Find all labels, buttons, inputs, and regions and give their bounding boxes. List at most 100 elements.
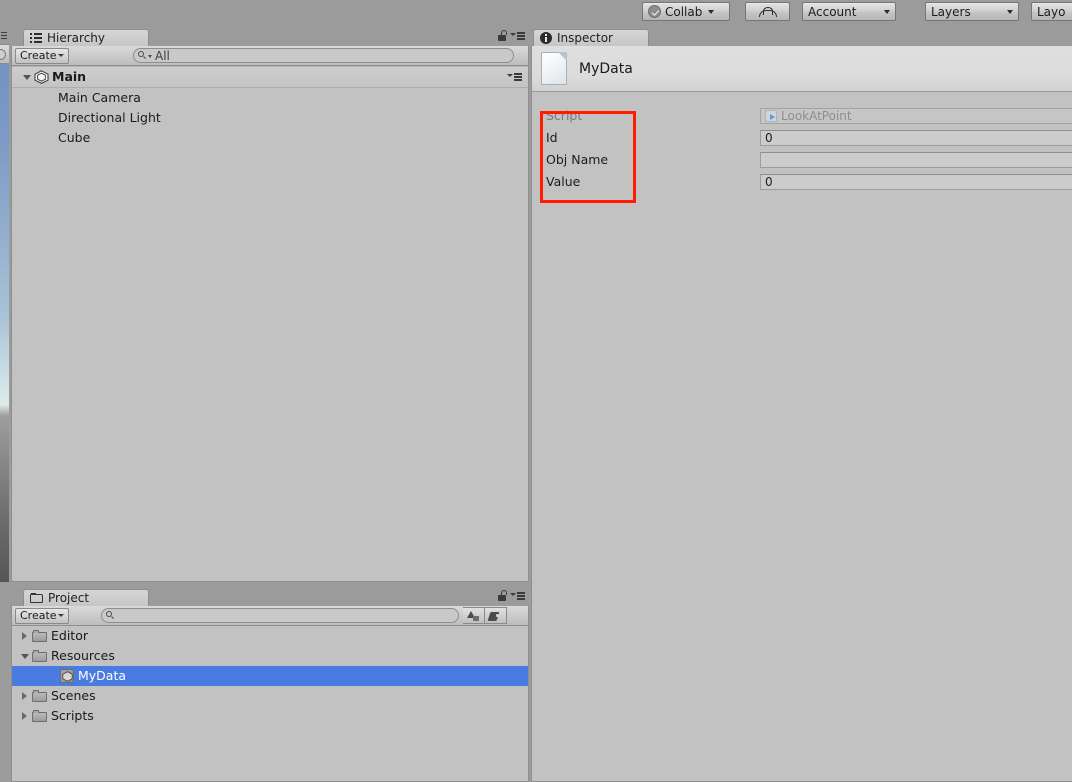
chevron-down-icon: [58, 614, 64, 617]
project-search-input[interactable]: [101, 608, 459, 623]
twisty-down-icon[interactable]: [20, 651, 31, 662]
hierarchy-row-directional-light[interactable]: Directional Light: [12, 108, 528, 128]
collab-button[interactable]: Collab: [642, 2, 730, 21]
account-button[interactable]: Account: [802, 2, 896, 21]
scene-row-menu-icon[interactable]: [507, 71, 522, 82]
checkmark-circle-icon: [648, 5, 661, 18]
hierarchy-toolrow: Create All: [12, 46, 528, 66]
hierarchy-row-cube[interactable]: Cube: [12, 128, 528, 148]
property-value-script: LookAtPoint: [781, 109, 852, 123]
hierarchy-header-icons: [498, 30, 525, 41]
chevron-down-icon: [148, 55, 152, 58]
chevron-down-icon: [884, 9, 890, 14]
lock-open-icon[interactable]: [498, 30, 507, 41]
hierarchy-search-input[interactable]: All: [133, 48, 514, 63]
panel-menu-icon[interactable]: [510, 590, 525, 601]
twisty-down-icon[interactable]: [22, 72, 33, 83]
layout-label: Layo: [1037, 4, 1066, 19]
project-panel: Project Create Editor Resources MyData S…: [11, 588, 529, 782]
property-row-value: Value 0: [532, 171, 1072, 193]
project-tabstrip: Project: [11, 588, 529, 606]
project-row-label: Scripts: [51, 707, 94, 723]
property-value-value: 0: [765, 175, 773, 189]
hierarchy-create-button[interactable]: Create: [15, 47, 69, 64]
project-row-label: MyData: [78, 667, 127, 683]
hierarchy-create-label: Create: [20, 49, 57, 62]
tab-hierarchy-label: Hierarchy: [47, 31, 106, 45]
main-toolbar: Collab Account Layers Layo: [0, 0, 1072, 26]
layout-button[interactable]: Layo: [1031, 2, 1072, 21]
chevron-down-icon: [1007, 9, 1013, 14]
project-row-resources[interactable]: Resources: [12, 646, 528, 666]
tab-project[interactable]: Project: [23, 589, 149, 606]
tab-inspector-label: Inspector: [557, 31, 613, 45]
project-row-label: Editor: [51, 627, 88, 643]
property-field-value[interactable]: 0: [760, 174, 1072, 190]
info-icon: [540, 32, 552, 44]
scriptable-object-icon: [60, 669, 74, 683]
tag-label-icon[interactable]: [485, 607, 507, 624]
property-field-obj-name[interactable]: [760, 152, 1072, 168]
project-row-scenes[interactable]: Scenes: [12, 686, 528, 706]
scene-view-sliver[interactable]: [0, 28, 9, 582]
hierarchy-search-value: All: [155, 48, 170, 63]
script-asset-icon: [765, 110, 777, 122]
property-row-id: Id 0: [532, 127, 1072, 149]
chevron-down-icon: [708, 9, 715, 14]
project-create-button[interactable]: Create: [15, 607, 69, 624]
property-field-script[interactable]: LookAtPoint: [760, 108, 1072, 124]
project-row-editor[interactable]: Editor: [12, 626, 528, 646]
hierarchy-row-label: Main Camera: [58, 89, 141, 105]
project-row-label: Resources: [51, 647, 115, 663]
inspector-panel: Inspector MyData Script LookAtPoint Id 0: [531, 28, 1072, 782]
folder-icon: [32, 650, 47, 662]
layers-label: Layers: [931, 4, 971, 19]
property-field-id[interactable]: 0: [760, 130, 1072, 146]
twisty-right-icon[interactable]: [20, 711, 31, 722]
cloud-services-button[interactable]: [745, 2, 790, 21]
tab-hierarchy[interactable]: Hierarchy: [23, 29, 149, 46]
property-label-script: Script: [546, 107, 583, 123]
panel-menu-icon[interactable]: [510, 30, 525, 41]
shapes-filter-icon[interactable]: [463, 607, 485, 624]
property-label-value: Value: [546, 173, 581, 189]
project-create-label: Create: [20, 609, 57, 622]
tab-inspector[interactable]: Inspector: [533, 29, 649, 46]
layers-button[interactable]: Layers: [925, 2, 1019, 21]
collab-label: Collab: [665, 4, 703, 19]
scene-view-toolrow-sliver: [0, 44, 9, 64]
lock-open-icon[interactable]: [498, 590, 507, 601]
project-toolrow: Create: [12, 606, 528, 626]
unity-editor-window: Collab Account Layers Layo Hierarchy Cre…: [0, 0, 1072, 782]
hierarchy-tree: Main Main Camera Directional Light Cube: [12, 66, 528, 148]
hierarchy-row-main-camera[interactable]: Main Camera: [12, 88, 528, 108]
twisty-right-icon[interactable]: [20, 691, 31, 702]
hierarchy-row-main[interactable]: Main: [12, 66, 528, 88]
asset-page-icon: [541, 52, 567, 85]
project-row-label: Scenes: [51, 687, 96, 703]
folder-icon: [30, 592, 44, 604]
property-value-id: 0: [765, 131, 773, 145]
project-row-mydata[interactable]: MyData: [12, 666, 528, 686]
hierarchy-panel: Hierarchy Create All Main Main Camera Di…: [11, 28, 529, 582]
project-row-scripts[interactable]: Scripts: [12, 706, 528, 726]
inspector-asset-header: MyData: [532, 46, 1072, 92]
account-label: Account: [808, 4, 857, 19]
unity-scene-icon: [34, 70, 49, 84]
hierarchy-list-icon: [30, 32, 43, 44]
hierarchy-row-label: Main: [52, 68, 87, 84]
project-tree: Editor Resources MyData Scenes Scripts: [12, 626, 528, 726]
folder-icon: [32, 710, 47, 722]
property-label-id: Id: [546, 129, 558, 145]
hierarchy-row-label: Cube: [58, 129, 91, 145]
property-row-obj-name: Obj Name: [532, 149, 1072, 171]
inspector-asset-name: MyData: [579, 60, 633, 77]
folder-icon: [32, 690, 47, 702]
search-icon: [106, 611, 114, 620]
inspector-tabstrip: Inspector: [531, 28, 1072, 46]
scene-view-tabstrip-sliver: [0, 28, 9, 44]
hierarchy-row-label: Directional Light: [58, 109, 161, 125]
chevron-down-icon: [58, 54, 64, 57]
twisty-right-icon[interactable]: [20, 631, 31, 642]
search-icon: [138, 51, 146, 60]
